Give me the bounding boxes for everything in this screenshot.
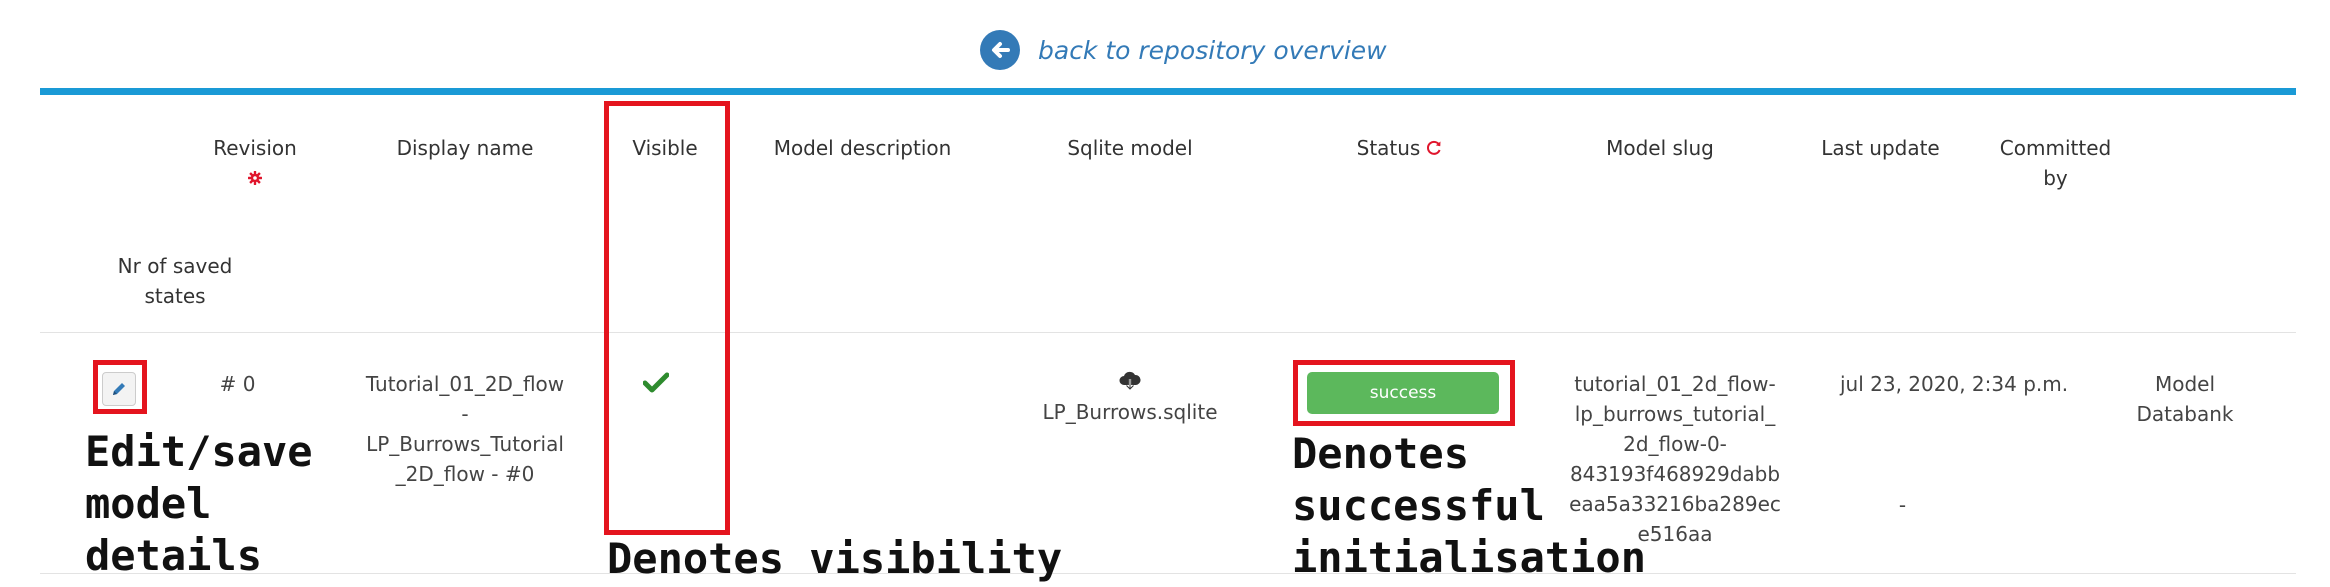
back-to-repository-link[interactable]: back to repository overview xyxy=(980,30,1387,70)
row-divider xyxy=(40,332,2296,333)
header-divider xyxy=(40,88,2296,95)
row-committed-by: Model Databank xyxy=(2120,369,2250,429)
slug-line2: lp_burrows_tutorial_ xyxy=(1574,402,1776,426)
display-name-line4: _2D_flow - #0 xyxy=(395,462,535,486)
display-name-line3: LP_Burrows_Tutorial xyxy=(366,432,564,456)
gear-icon xyxy=(195,163,315,193)
row-last-update: jul 23, 2020, 2:34 p.m. xyxy=(1840,372,2069,396)
row-revision: # 0 xyxy=(219,372,256,396)
annotation-successful-init: Denotes successful initialisation xyxy=(1292,429,1647,582)
header-model-slug[interactable]: Model slug xyxy=(1590,133,1730,163)
display-name-line1: Tutorial_01_2D_flow xyxy=(365,372,565,396)
header-sqlite-model[interactable]: Sqlite model xyxy=(1050,133,1210,163)
header-committed-by-line2: by xyxy=(2043,166,2068,190)
header-display-name[interactable]: Display name xyxy=(370,133,560,163)
header-last-update[interactable]: Last update xyxy=(1818,133,1943,163)
sqlite-model-filename[interactable]: LP_Burrows.sqlite xyxy=(1040,397,1220,427)
row-sqlite-model[interactable]: LP_Burrows.sqlite xyxy=(1040,367,1220,427)
row-display-name: Tutorial_01_2D_flow - LP_Burrows_Tutoria… xyxy=(340,369,590,489)
committed-by-line2: Databank xyxy=(2136,402,2234,426)
header-model-description[interactable]: Model description xyxy=(760,133,965,163)
header-committed-by[interactable]: Committed by xyxy=(1993,133,2118,193)
slug-line1: tutorial_01_2d_flow- xyxy=(1574,372,1776,396)
highlight-box-visible xyxy=(604,101,730,535)
highlight-box-edit xyxy=(93,360,147,414)
header-committed-by-line1: Committed xyxy=(1999,136,2112,160)
header-status-label: Status xyxy=(1356,136,1421,160)
header-revision-label: Revision xyxy=(213,136,297,160)
back-link-label: back to repository overview xyxy=(1038,35,1387,65)
highlight-box-status xyxy=(1293,360,1515,426)
display-name-line2: - xyxy=(461,402,469,426)
header-nr-saved-states[interactable]: Nr of saved states xyxy=(110,251,240,311)
back-arrow-icon xyxy=(980,30,1020,70)
annotation-edit-save: Edit/save model details xyxy=(85,427,313,580)
annotation-visibility: Denotes visibility xyxy=(607,534,1063,583)
cloud-download-icon[interactable] xyxy=(1040,367,1220,397)
header-nr-saved-line2: states xyxy=(144,284,206,308)
header-status[interactable]: Status xyxy=(1330,133,1470,163)
committed-by-line1: Model xyxy=(2154,372,2216,396)
refresh-icon[interactable] xyxy=(1425,139,1443,157)
header-revision[interactable]: Revision xyxy=(195,133,315,193)
row-nr-saved-states: - xyxy=(1898,493,1907,517)
table-bottom-border xyxy=(40,573,2296,574)
header-nr-saved-line1: Nr of saved xyxy=(117,254,233,278)
